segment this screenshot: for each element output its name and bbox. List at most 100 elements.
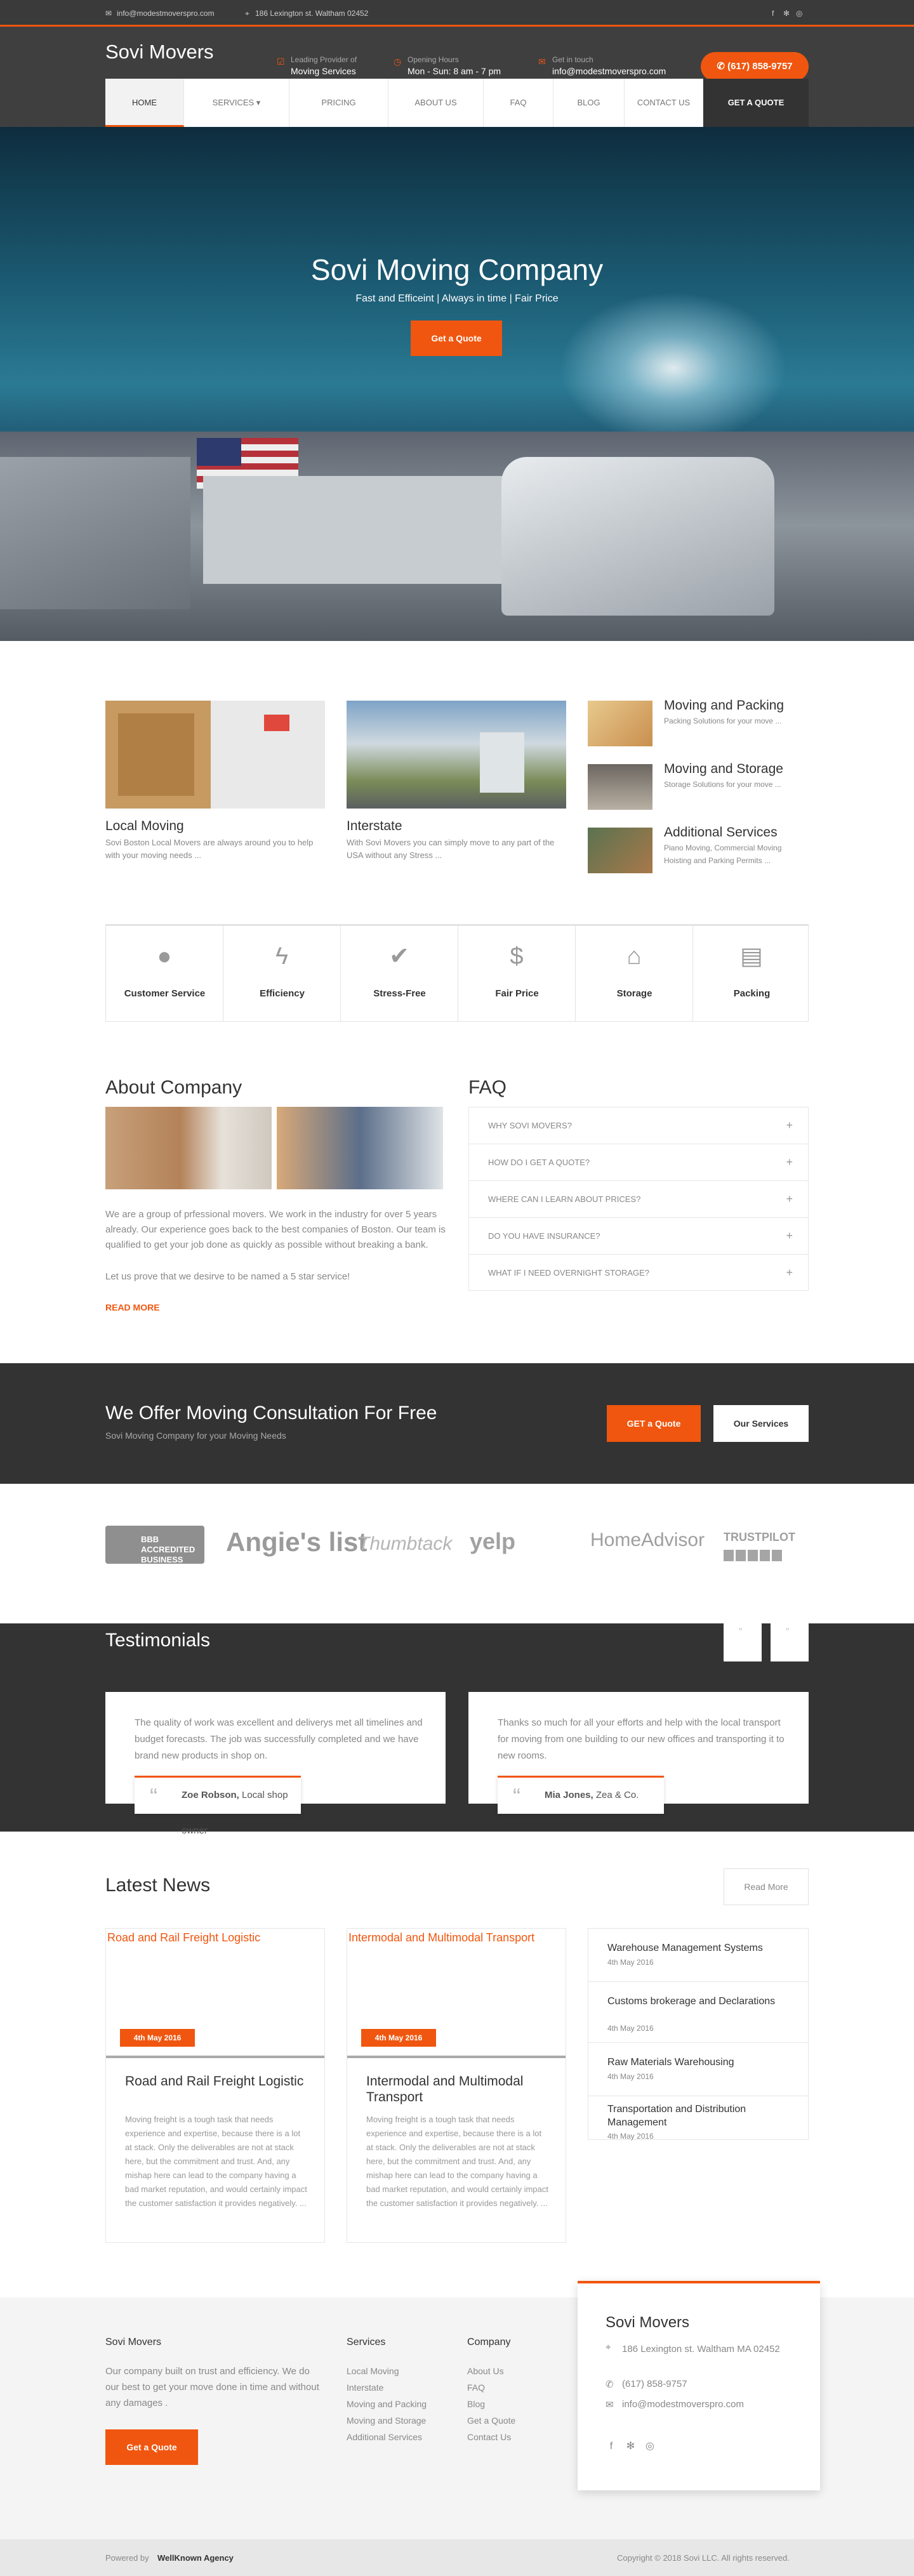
phone-number: (617) 858-9757 <box>727 61 793 72</box>
cta-quote-button[interactable]: GET a Quote <box>607 1405 701 1442</box>
page: ✉ info@modestmoverspro.com ⌖ 186 Lexingt… <box>0 0 914 2576</box>
hero-subtitle: Fast and Efficeint | Always in time | Fa… <box>355 293 559 304</box>
nav-pricing[interactable]: PRICING <box>289 79 388 127</box>
facebook-icon[interactable]: f <box>606 2441 617 2452</box>
feature-label: Storage <box>616 988 652 999</box>
nav-services[interactable]: SERVICES ▾ <box>184 79 289 127</box>
faq-question: WHAT IF I NEED OVERNIGHT STORAGE? <box>488 1268 650 1278</box>
footer-about-title: Sovi Movers <box>105 2337 162 2348</box>
card-title[interactable]: Local Moving <box>105 819 184 834</box>
side-service-desc: Packing Solutions for your move ... <box>664 717 782 725</box>
about-image-1 <box>105 1107 272 1189</box>
facebook-icon[interactable]: f <box>772 9 774 18</box>
instagram-icon[interactable]: ◎ <box>796 9 802 18</box>
footer-link[interactable]: Additional Services <box>347 2432 422 2442</box>
faq-item[interactable]: WHY SOVI MOVERS? + <box>468 1107 809 1144</box>
sidebar-post-title: Warehouse Management Systems <box>607 1943 763 1953</box>
prev-arrow-button[interactable]: ‹‹ <box>724 1623 762 1661</box>
faq-item[interactable]: WHAT IF I NEED OVERNIGHT STORAGE? + <box>468 1254 809 1291</box>
side-service-title[interactable]: Additional Services <box>664 825 778 840</box>
sidebar-post[interactable]: Customs brokerage and Declarations 4th Ma… <box>588 1982 808 2043</box>
footer-link[interactable]: Contact Us <box>467 2432 511 2442</box>
author-name: Zoe Robson, <box>182 1790 239 1800</box>
news-post-excerpt: Moving freight is a tough task that need… <box>366 2115 548 2208</box>
feature-label: Customer Service <box>124 988 206 999</box>
interstate-image[interactable] <box>347 701 566 809</box>
footer-link[interactable]: Local Moving <box>347 2366 399 2376</box>
testimonial-card: Thanks so much for all your efforts and … <box>468 1692 809 1814</box>
packing-thumb[interactable] <box>588 701 652 746</box>
news-read-more-button[interactable]: Read More <box>724 1868 809 1905</box>
feature-storage: ⌂ Storage <box>576 926 693 1021</box>
feature-label: Efficiency <box>260 988 305 999</box>
next-arrow-button[interactable]: ›› <box>771 1623 809 1661</box>
nav-about[interactable]: ABOUT US <box>388 79 484 127</box>
footer-quote-button[interactable]: Get a Quote <box>105 2429 198 2465</box>
faq-item[interactable]: DO YOU HAVE INSURANCE? + <box>468 1217 809 1254</box>
side-service-title[interactable]: Moving and Packing <box>664 698 784 713</box>
yelp-icon[interactable]: ✻ <box>625 2441 636 2452</box>
site-logo[interactable]: Sovi Movers <box>105 41 214 63</box>
news-post-title[interactable]: Road and Rail Freight Logistic <box>125 2073 309 2089</box>
contact-email[interactable]: info@modestmoverspro.com <box>622 2399 744 2410</box>
plus-icon: + <box>786 1119 793 1132</box>
mail-icon: ✉ <box>105 9 112 18</box>
sidebar-post[interactable]: Warehouse Management Systems 4th May 2016 <box>588 1929 808 1982</box>
card-desc: With Sovi Movers you can simply move to … <box>347 838 555 860</box>
nav-get-quote[interactable]: GET A QUOTE <box>703 79 809 127</box>
powered-by-link[interactable]: WellKnown Agency <box>157 2553 234 2563</box>
cta-services-button[interactable]: Our Services <box>713 1405 809 1442</box>
sidebar-post-date: 4th May 2016 <box>607 2132 654 2141</box>
sidebar-post[interactable]: Transportation and Distribution Manageme… <box>588 2096 808 2141</box>
sidebar-post-date: 4th May 2016 <box>607 2072 654 2081</box>
topbar-email[interactable]: info@modestmoverspro.com <box>117 9 215 18</box>
footer-link[interactable]: Moving and Packing <box>347 2399 427 2409</box>
footer-link[interactable]: Get a Quote <box>467 2415 515 2426</box>
side-service-title[interactable]: Moving and Storage <box>664 762 783 777</box>
news-post-title[interactable]: Intermodal and Multimodal Transport <box>366 2073 550 2105</box>
yelp-logo: yelp <box>470 1528 516 1554</box>
nav-faq[interactable]: FAQ <box>484 79 553 127</box>
main-nav: HOME SERVICES ▾ PRICING ABOUT US FAQ BLO… <box>105 79 809 127</box>
nav-blog[interactable]: BLOG <box>553 79 625 127</box>
sidebar-post[interactable]: Raw Materials Warehousing 4th May 2016 <box>588 2043 808 2096</box>
testimonial-author: “ Mia Jones, Zea & Co. <box>498 1776 664 1814</box>
rating-stars-icon <box>724 1550 782 1561</box>
local-moving-image[interactable] <box>105 701 325 809</box>
hero-quote-button[interactable]: Get a Quote <box>411 320 502 356</box>
truck-image <box>501 457 774 616</box>
news-card: Road and Rail Freight Logistic 4th May 2… <box>105 1928 325 2243</box>
sign-image <box>264 715 289 731</box>
card-title[interactable]: Interstate <box>347 819 402 834</box>
stairs-image <box>0 457 190 609</box>
storage-thumb[interactable] <box>588 764 652 810</box>
info-value: Mon - Sun: 8 am - 7 pm <box>407 66 501 76</box>
header-info-services: ☑ Leading Provider of Moving Services <box>277 55 385 76</box>
nav-contact[interactable]: CONTACT US <box>625 79 703 127</box>
footer-link[interactable]: FAQ <box>467 2382 485 2393</box>
contact-phone[interactable]: (617) 858-9757 <box>622 2379 687 2389</box>
additional-thumb[interactable] <box>588 828 652 873</box>
faq-item[interactable]: WHERE CAN I LEARN ABOUT PRICES? + <box>468 1180 809 1217</box>
trailer-image <box>203 476 533 584</box>
yelp-icon[interactable]: ✻ <box>783 9 790 18</box>
phone-button[interactable]: ✆ (617) 858-9757 <box>701 52 809 81</box>
card-divider <box>106 2056 324 2058</box>
footer-link[interactable]: Interstate <box>347 2382 383 2393</box>
bbb-logo: BBB ACCREDITED BUSINESS <box>105 1526 204 1564</box>
footer-link[interactable]: Blog <box>467 2399 485 2409</box>
faq-item[interactable]: HOW DO I GET A QUOTE? + <box>468 1144 809 1180</box>
footer-link[interactable]: About Us <box>467 2366 504 2376</box>
nav-home[interactable]: HOME <box>105 79 184 127</box>
card-desc: Sovi Boston Local Movers are always arou… <box>105 838 314 860</box>
faq-question: WHY SOVI MOVERS? <box>488 1121 572 1130</box>
chevron-left-icon: ‹‹ <box>739 1626 743 1632</box>
read-more-link[interactable]: READ MORE <box>105 1302 160 1312</box>
info-value[interactable]: info@modestmoverspro.com <box>552 66 666 76</box>
news-sidebar: Warehouse Management Systems 4th May 2016… <box>588 1928 809 2141</box>
news-post-excerpt: Moving freight is a tough task that need… <box>125 2115 307 2208</box>
features-strip: ● Customer Service ϟ Efficiency ✔ Stress-Fr… <box>105 924 809 1022</box>
top-bar: ✉ info@modestmoverspro.com ⌖ 186 Lexingt… <box>0 0 914 27</box>
footer-link[interactable]: Moving and Storage <box>347 2415 426 2426</box>
instagram-icon[interactable]: ◎ <box>644 2441 656 2452</box>
